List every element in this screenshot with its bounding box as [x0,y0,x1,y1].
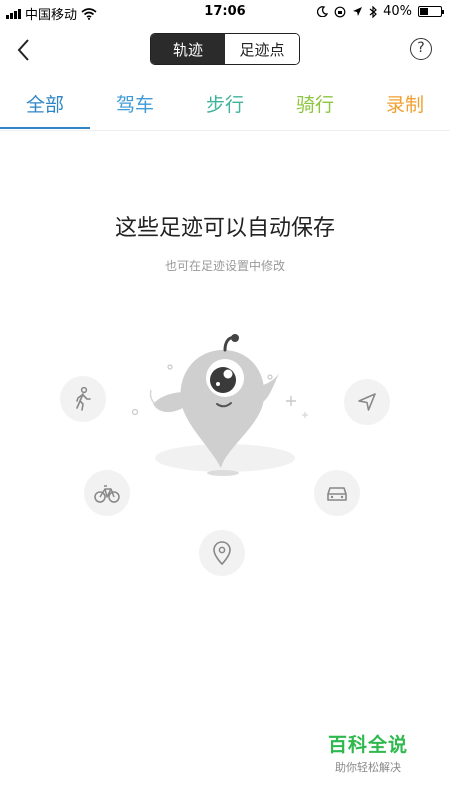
navigate-circle [344,379,390,425]
divider [0,130,450,131]
watermark-title: 百科全说 [327,734,408,756]
location-pin-icon [213,541,231,566]
watermark-subtitle: 助你轻松解决 [334,761,401,774]
segment-track[interactable]: 轨迹 [151,34,225,64]
empty-state-title: 这些足迹可以自动保存 [114,216,335,241]
car-icon [327,487,347,501]
filter-tabs: 全部 驾车 步行 骑行 录制 [0,82,450,130]
status-right: 40% [317,4,444,19]
rotation-lock-icon [334,6,346,17]
location-circle [199,530,245,576]
bicycle-icon [94,485,120,503]
bicycle-circle [84,470,130,516]
navigate-icon [358,393,376,411]
status-bar: 中国移动 17:06 40% [0,0,450,26]
tab-walk[interactable]: 步行 [180,90,270,117]
location-arrow-icon [353,7,363,16]
segmented-control: 轨迹 足迹点 [150,33,300,65]
tab-drive[interactable]: 驾车 [90,90,180,117]
moon-icon [317,6,329,17]
help-icon[interactable]: ? [410,38,432,60]
tab-cycle[interactable]: 骑行 [270,90,360,117]
battery-icon [418,6,444,17]
bluetooth-icon [369,5,377,18]
tab-all[interactable]: 全部 [0,90,90,117]
walk-circle [60,376,106,422]
tab-record[interactable]: 录制 [360,90,450,117]
screen: 中国移动 17:06 40% 轨迹 足迹点 ? 全部 驾车 步行 骑行 录制 这… [0,0,450,800]
mascot-illustration [131,334,308,476]
nav-bar: 轨迹 足迹点 ? [0,26,450,74]
segment-footprint[interactable]: 足迹点 [225,34,299,64]
back-icon[interactable] [12,36,38,64]
battery-percent: 40% [383,4,412,19]
active-tab-indicator [0,127,90,129]
watermark: 百科全说 助你轻松解决 [328,730,408,775]
walk-icon [76,386,91,411]
empty-state-subtitle: 也可在足迹设置中修改 [164,259,285,273]
